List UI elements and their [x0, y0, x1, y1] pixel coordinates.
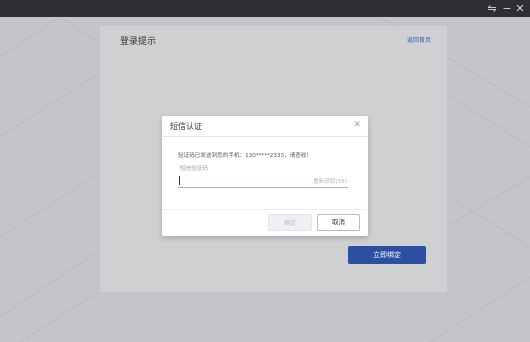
close-icon[interactable]: ✕ — [514, 1, 526, 16]
cancel-button[interactable]: 取消 — [317, 214, 360, 231]
dialog-header: 短信认证 ✕ — [162, 116, 368, 137]
dialog-close-icon[interactable]: ✕ — [353, 120, 361, 130]
minimize-icon[interactable]: − — [501, 1, 513, 16]
confirm-button[interactable]: 确定 — [268, 214, 312, 231]
swap-icon[interactable]: ⇋ — [486, 1, 498, 16]
text-caret — [179, 176, 180, 185]
dialog-title: 短信认证 — [170, 122, 202, 131]
sms-sent-message: 验证码已发送到您的手机：130*****2333，请查收！ — [178, 153, 312, 159]
sms-auth-dialog: 短信认证 ✕ 验证码已发送到您的手机：130*****2333，请查收！ 短信验… — [162, 116, 368, 236]
resend-code-button[interactable]: 重新获取(58) — [313, 177, 347, 185]
code-label: 短信验证码 — [180, 166, 208, 172]
dialog-footer-divider — [162, 209, 368, 210]
sms-code-input[interactable]: 重新获取(58) — [178, 174, 348, 188]
window-titlebar: ⇋ − ✕ — [0, 0, 530, 17]
